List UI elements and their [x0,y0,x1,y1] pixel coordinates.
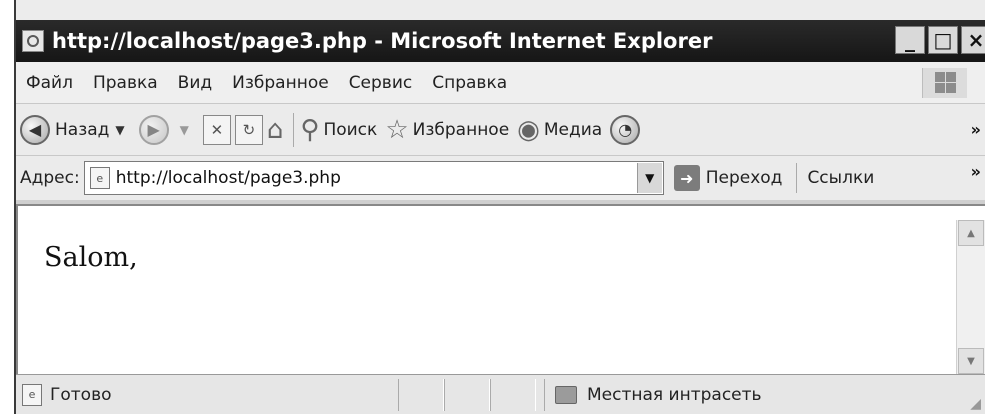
refresh-icon[interactable]: ↻ [234,114,263,145]
home-icon[interactable]: ⌂ [267,115,284,145]
menu-favorites[interactable]: Избранное [232,73,329,93]
status-pane [444,379,490,411]
window-controls: _ □ × [895,26,985,54]
menu-help[interactable]: Справка [432,73,507,93]
links-label: Ссылки [807,168,875,188]
scroll-down-button[interactable]: ▼ [958,348,984,374]
status-page-icon: e [22,383,42,406]
status-panes [398,379,536,411]
forward-button[interactable]: ▶ ▼ [138,114,195,145]
go-label: Переход [705,168,783,188]
favorites-star-icon: ☆ [385,114,409,145]
back-dropdown-icon[interactable]: ▼ [115,123,124,137]
ie-page-icon [22,30,44,52]
minimize-button[interactable]: _ [895,26,925,54]
browser-window: http://localhost/page3.php - Microsoft I… [14,0,985,414]
page-content: Salom, ▲ ▼ [16,204,985,374]
forward-dropdown-icon[interactable]: ▼ [180,123,189,137]
address-label: Адрес: [20,168,80,188]
links-button[interactable]: Ссылки [796,163,874,193]
search-icon: ⚲ [300,114,320,145]
status-text: Готово [50,384,112,405]
ie-page-icon: e [89,167,110,189]
history-icon[interactable]: ◔ [610,114,641,145]
go-button[interactable]: ➜ Переход [673,165,783,191]
menu-tools[interactable]: Сервис [349,73,413,93]
back-icon: ◀ [20,114,50,145]
page-text: Salom, [44,242,138,273]
status-pane [398,379,444,411]
links-separator [796,163,798,193]
close-button[interactable]: × [961,26,985,54]
windows-logo-icon [922,68,967,98]
menu-file[interactable]: Файл [26,73,73,93]
go-arrow-icon: ➜ [673,165,700,191]
media-icon: ◉ [517,114,540,145]
vertical-scrollbar[interactable]: ▲ ▼ [956,220,985,374]
intranet-zone-icon [555,386,577,404]
address-dropdown-icon[interactable]: ▼ [636,163,662,193]
menu-bar: Файл Правка Вид Избранное Сервис Справка [16,62,985,104]
window-title: http://localhost/page3.php - Microsoft I… [52,29,713,53]
media-button[interactable]: ◉ Медиа [517,115,602,145]
stop-icon[interactable]: ✕ [202,114,231,145]
resize-grip-icon[interactable]: ◢ [970,396,981,412]
address-input[interactable]: e http://localhost/page3.php ▼ [83,161,664,195]
toolbar-separator [293,112,295,147]
media-label: Медиа [543,119,603,140]
menu-view[interactable]: Вид [178,73,212,93]
scroll-up-button[interactable]: ▲ [958,220,984,246]
toolbar-more-chevron[interactable]: » [971,120,981,139]
back-label: Назад [55,119,110,140]
security-zone: Местная интрасеть [544,379,975,411]
links-more-chevron[interactable]: » [971,162,981,181]
menu-edit[interactable]: Правка [93,73,158,93]
maximize-button[interactable]: □ [928,26,958,54]
search-button[interactable]: ⚲ Поиск [300,115,377,145]
address-value[interactable]: http://localhost/page3.php [116,168,341,188]
address-bar: Адрес: e http://localhost/page3.php ▼ ➜ … [16,156,985,204]
zone-text: Местная интрасеть [587,385,762,405]
status-pane [490,379,536,411]
back-button[interactable]: ◀ Назад ▼ [20,114,131,145]
standard-toolbar: ◀ Назад ▼ ▶ ▼ ✕ ↻ ⌂ ⚲ Поиск ☆ Избранное … [16,104,985,156]
title-bar[interactable]: http://localhost/page3.php - Microsoft I… [16,20,985,62]
search-label: Поиск [323,119,378,140]
favorites-button[interactable]: ☆ Избранное [385,115,509,145]
status-bar: e Готово Местная интрасеть ◢ [16,374,985,414]
forward-icon: ▶ [138,114,169,145]
favorites-label: Избранное [412,119,510,140]
